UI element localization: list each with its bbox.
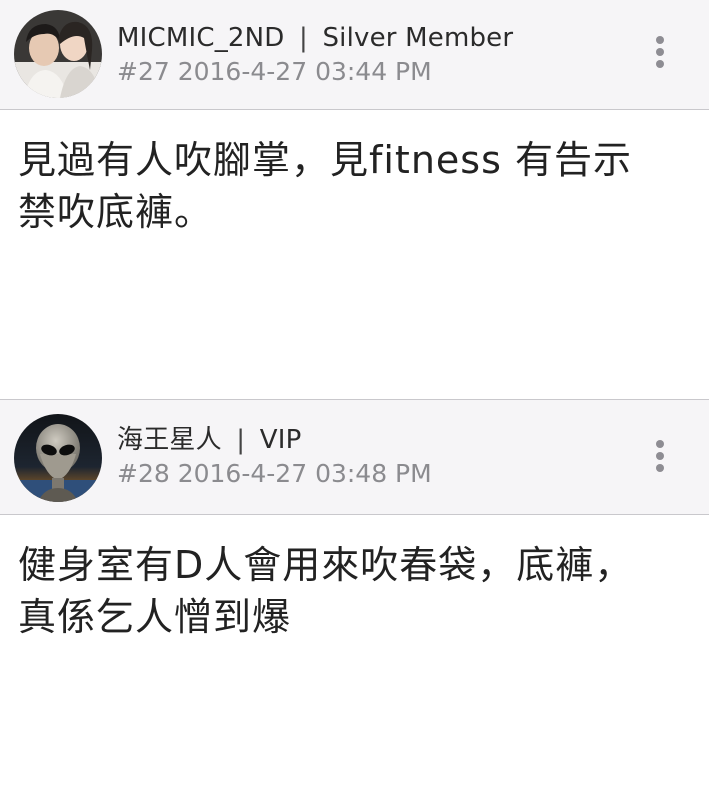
- avatar-image: [14, 414, 102, 502]
- post-number: #27: [117, 57, 170, 86]
- post-meta: 海王星人 | VIP #28 2016-4-27 03:48 PM: [117, 424, 432, 490]
- member-rank: VIP: [259, 425, 302, 455]
- separator: |: [236, 425, 246, 455]
- username[interactable]: 海王星人: [117, 425, 222, 455]
- post-header: 海王星人 | VIP #28 2016-4-27 03:48 PM: [0, 399, 709, 515]
- post-time: 03:44 PM: [315, 57, 432, 86]
- avatar[interactable]: [14, 414, 102, 502]
- post-time: 03:48 PM: [315, 459, 432, 488]
- more-options-button[interactable]: [651, 440, 669, 478]
- avatar[interactable]: [14, 10, 102, 98]
- post-body-line: 禁吹底褲。: [18, 190, 214, 234]
- more-vertical-icon: [651, 440, 669, 472]
- author-line: 海王星人 | VIP: [117, 424, 432, 456]
- post-body-line: 健身室有D人會用來吹春袋，底褲，: [18, 543, 634, 587]
- separator: |: [299, 23, 308, 53]
- post-date: 2016-4-27: [177, 57, 308, 86]
- post-meta: MICMIC_2ND | Silver Member #27 2016-4-27…: [117, 22, 513, 88]
- post-date: 2016-4-27: [177, 459, 308, 488]
- post-body-line: 真係乞人憎到爆: [18, 595, 292, 639]
- author-line: MICMIC_2ND | Silver Member: [117, 22, 513, 54]
- post-body: 見過有人吹腳掌，見fitness 有告示 禁吹底褲。: [0, 110, 709, 399]
- more-options-button[interactable]: [651, 36, 669, 74]
- member-rank: Silver Member: [322, 23, 514, 53]
- post-header: MICMIC_2ND | Silver Member #27 2016-4-27…: [0, 0, 709, 110]
- post-timestamp: #27 2016-4-27 03:44 PM: [117, 56, 513, 88]
- username[interactable]: MICMIC_2ND: [117, 23, 285, 53]
- post-28: 海王星人 | VIP #28 2016-4-27 03:48 PM 健身室有D人…: [0, 399, 709, 786]
- avatar-image: [14, 10, 102, 98]
- post-body: 健身室有D人會用來吹春袋，底褲， 真係乞人憎到爆: [0, 515, 709, 786]
- post-27: MICMIC_2ND | Silver Member #27 2016-4-27…: [0, 0, 709, 399]
- post-body-line: 見過有人吹腳掌，見fitness 有告示: [18, 138, 632, 182]
- more-vertical-icon: [651, 36, 669, 68]
- post-timestamp: #28 2016-4-27 03:48 PM: [117, 458, 432, 490]
- post-number: #28: [117, 459, 170, 488]
